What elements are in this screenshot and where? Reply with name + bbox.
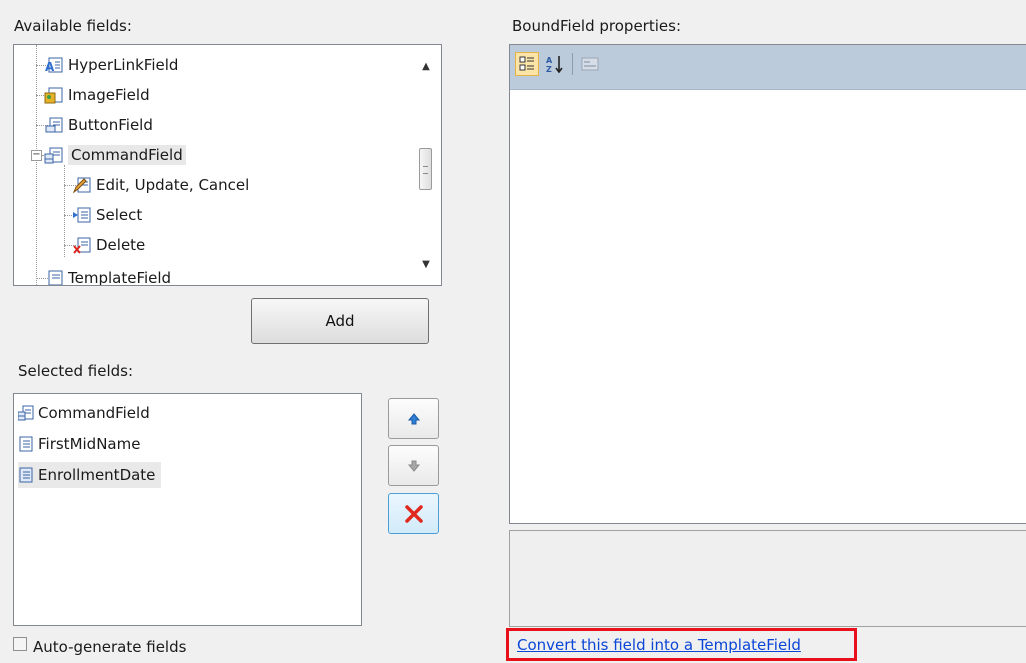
list-item-label: CommandField bbox=[38, 404, 150, 422]
selected-fields-label: Selected fields: bbox=[18, 362, 134, 380]
auto-generate-checkbox[interactable] bbox=[13, 637, 27, 651]
tree-item-select[interactable]: Select bbox=[72, 203, 142, 227]
tree-item-label: ButtonField bbox=[68, 116, 153, 134]
scroll-thumb[interactable] bbox=[419, 148, 432, 190]
property-pages-button[interactable] bbox=[578, 52, 602, 76]
tree-item-hyperlinkfield[interactable]: A HyperLinkField bbox=[44, 53, 178, 77]
list-item-commandfield[interactable]: CommandField bbox=[18, 400, 150, 426]
property-description-panel bbox=[509, 530, 1026, 627]
bound-field-icon bbox=[19, 467, 33, 483]
tree-item-label: Delete bbox=[96, 236, 146, 254]
tree-item-delete[interactable]: Delete bbox=[72, 233, 145, 257]
move-down-button[interactable] bbox=[388, 445, 439, 486]
sort-alphabetical-icon: A Z bbox=[546, 56, 563, 74]
property-grid[interactable]: A Z bbox=[509, 44, 1026, 524]
tree-item-label: ImageField bbox=[68, 86, 150, 104]
tree-item-templatefield[interactable]: TemplateField bbox=[44, 266, 172, 286]
property-toolbar: A Z bbox=[510, 45, 1026, 90]
convert-link-highlight: Convert this field into a TemplateField bbox=[506, 628, 857, 661]
scroll-down-arrow-icon[interactable]: ▼ bbox=[411, 251, 441, 277]
scroll-up-arrow-icon[interactable]: ▲ bbox=[411, 53, 441, 79]
image-field-icon bbox=[44, 87, 63, 104]
property-pages-icon bbox=[581, 57, 599, 71]
command-field-icon bbox=[18, 405, 34, 421]
edit-pencil-icon bbox=[72, 177, 91, 194]
button-field-icon bbox=[45, 117, 63, 133]
tree-item-imagefield[interactable]: ImageField bbox=[44, 83, 150, 107]
tree-item-label: TemplateField bbox=[68, 269, 172, 286]
svg-text:A: A bbox=[546, 56, 553, 65]
add-button[interactable]: Add bbox=[251, 298, 429, 344]
tree-item-label: Select bbox=[96, 206, 143, 224]
svg-text:A: A bbox=[45, 60, 55, 74]
categorized-button[interactable] bbox=[515, 52, 539, 76]
delete-field-button[interactable] bbox=[388, 493, 439, 534]
svg-text:Z: Z bbox=[546, 65, 552, 74]
tree-item-label: HyperLinkField bbox=[68, 56, 179, 74]
delete-field-icon bbox=[73, 237, 91, 254]
arrow-down-icon bbox=[407, 460, 420, 472]
list-item-firstmidname[interactable]: FirstMidName bbox=[18, 431, 140, 457]
tree-item-label: CommandField bbox=[68, 145, 186, 165]
tree-item-label: Edit, Update, Cancel bbox=[96, 176, 250, 194]
tree-connector bbox=[36, 45, 37, 285]
list-item-label: FirstMidName bbox=[38, 435, 141, 453]
arrow-up-icon bbox=[407, 412, 420, 424]
properties-label: BoundField properties: bbox=[512, 17, 681, 35]
hyperlink-field-icon: A bbox=[45, 57, 63, 74]
alphabetical-button[interactable]: A Z bbox=[543, 52, 567, 76]
tree-item-buttonfield[interactable]: ButtonField bbox=[44, 113, 153, 137]
auto-generate-label: Auto-generate fields bbox=[33, 638, 187, 656]
select-arrow-icon bbox=[73, 207, 91, 223]
selected-fields-list[interactable]: CommandField FirstMidName EnrollmentDate bbox=[13, 393, 362, 626]
tree-connector bbox=[64, 165, 65, 257]
move-up-button[interactable] bbox=[388, 398, 439, 439]
list-item-label: EnrollmentDate bbox=[38, 466, 156, 484]
collapse-toggle[interactable]: − bbox=[31, 150, 42, 161]
toolbar-separator bbox=[572, 53, 573, 75]
tree-item-edit-update-cancel[interactable]: Edit, Update, Cancel bbox=[72, 173, 249, 197]
tree-scrollbar[interactable]: ▲ ▼ bbox=[411, 45, 441, 285]
template-field-icon bbox=[48, 270, 63, 285]
list-item-enrollmentdate[interactable]: EnrollmentDate bbox=[18, 462, 162, 488]
convert-to-templatefield-link[interactable]: Convert this field into a TemplateField bbox=[517, 636, 801, 654]
delete-x-icon bbox=[404, 504, 423, 523]
tree-item-commandfield[interactable]: CommandField bbox=[44, 143, 186, 167]
categorized-icon bbox=[519, 56, 534, 71]
command-field-icon bbox=[44, 147, 63, 164]
bound-field-icon bbox=[19, 436, 33, 452]
available-fields-tree[interactable]: A HyperLinkField ImageField ButtonField … bbox=[13, 44, 442, 286]
available-fields-label: Available fields: bbox=[14, 17, 132, 35]
